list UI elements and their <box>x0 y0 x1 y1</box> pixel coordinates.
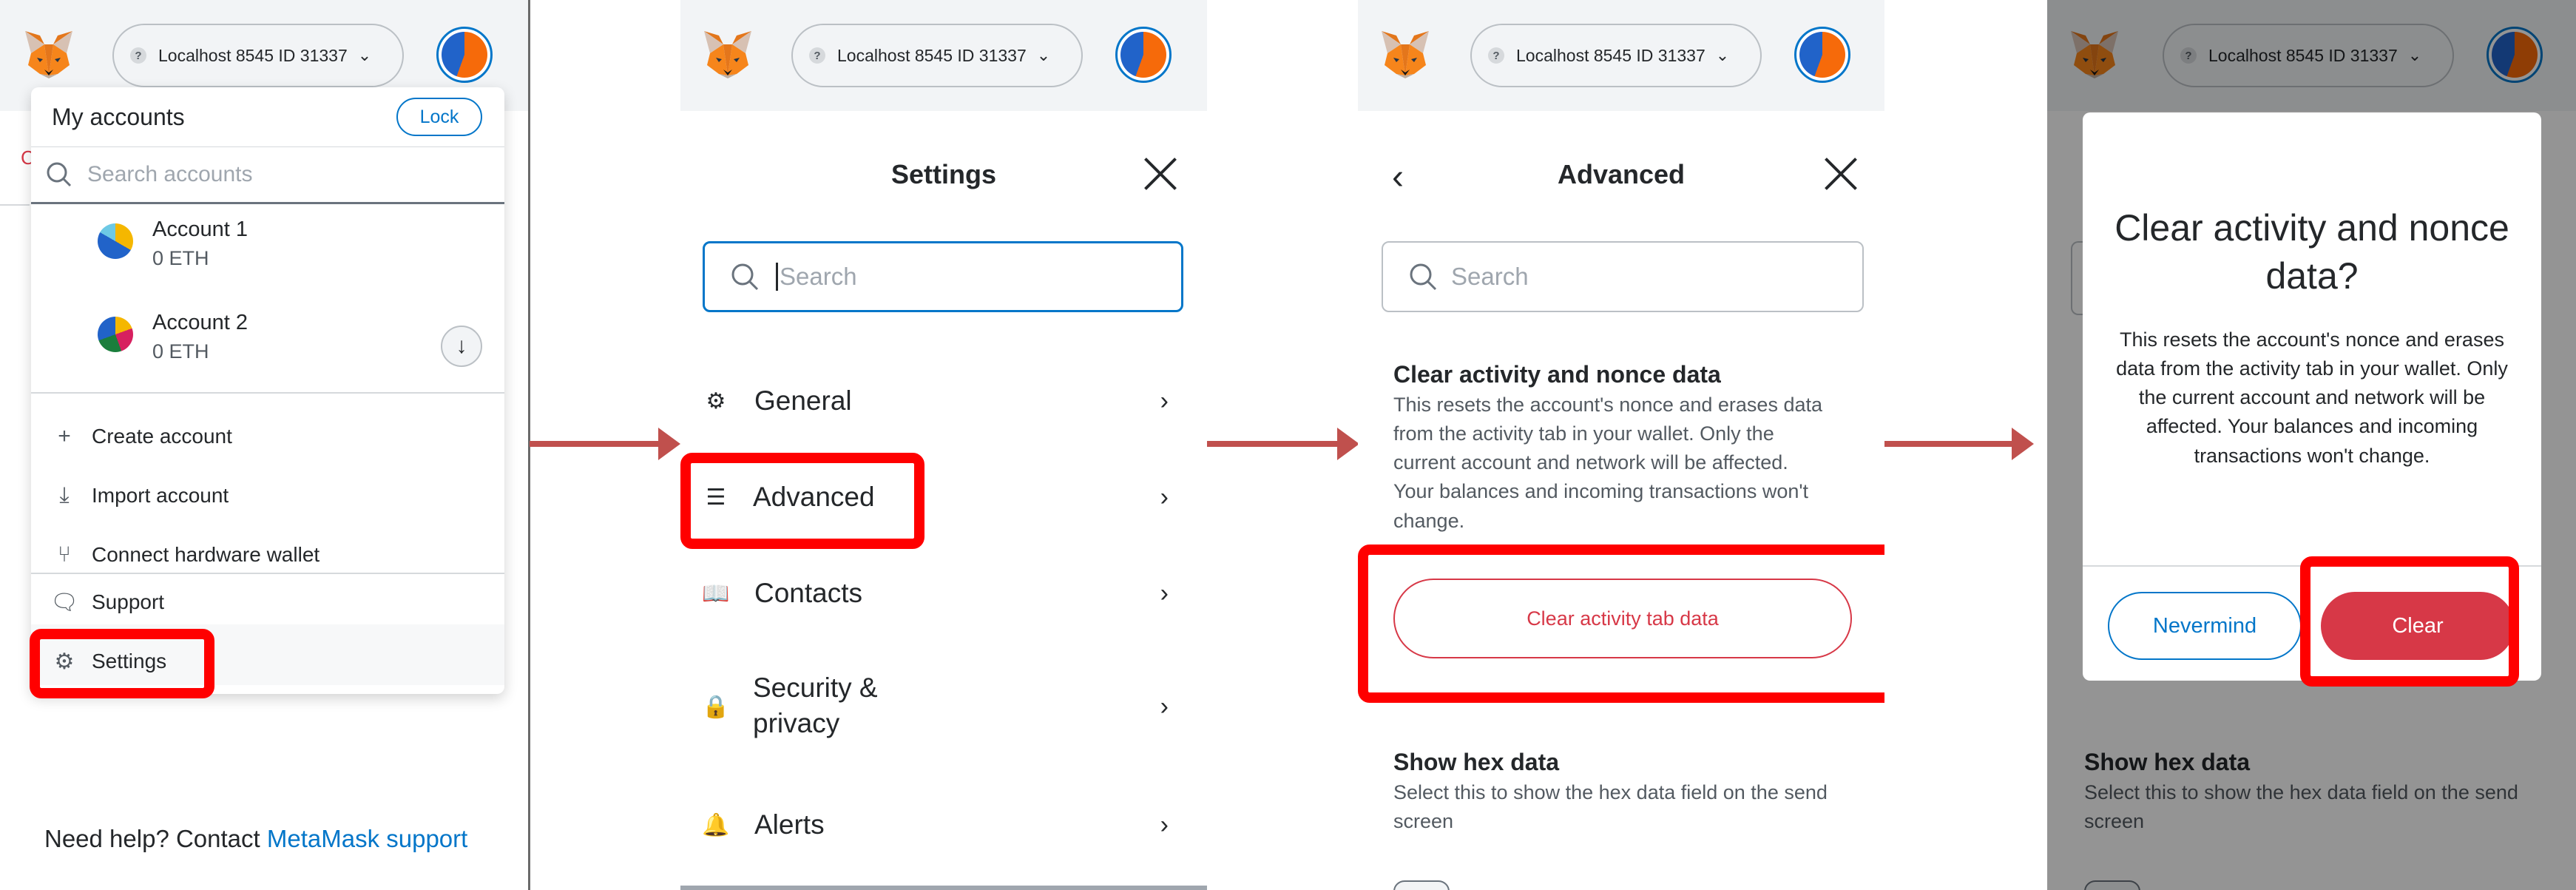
import-account-item[interactable]: ⤓ Import account <box>52 466 229 525</box>
search-accounts-field[interactable]: Search accounts <box>31 146 504 204</box>
chevron-down-icon: ⌄ <box>357 46 372 64</box>
settings-row-security[interactable]: 🔒 Security & privacy › <box>680 666 1207 747</box>
import-account-label: Import account <box>92 484 229 507</box>
network-help-icon: ? <box>130 47 146 64</box>
chevron-right-icon: › <box>1160 482 1169 511</box>
help-text: Need help? Contact MetaMask support <box>44 825 467 853</box>
panel-settings: ? Localhost 8545 ID 31337 ⌄ Settings Sea… <box>680 0 1207 890</box>
divider <box>31 392 504 394</box>
settings-row-general[interactable]: ⚙ General › <box>680 371 1207 431</box>
chevron-down-icon: ⌄ <box>1036 46 1051 64</box>
hardware-wallet-icon: ⑂ <box>58 542 71 567</box>
book-icon: 📖 <box>702 581 730 606</box>
metamask-support-link[interactable]: MetaMask support <box>267 825 467 852</box>
row-label: Contacts <box>754 577 863 608</box>
connect-hardware-label: Connect hardware wallet <box>92 543 320 566</box>
bell-icon: 🔔 <box>702 812 730 837</box>
network-label: Localhost 8545 ID 31337 <box>1516 45 1705 65</box>
network-selector[interactable]: ? Localhost 8545 ID 31337 ⌄ <box>1470 24 1762 87</box>
chevron-right-icon: › <box>1160 579 1169 607</box>
header-bar: ? Localhost 8545 ID 31337 ⌄ <box>680 0 1207 111</box>
page-title: Advanced <box>1557 159 1686 189</box>
settings-search-placeholder: Search <box>780 263 857 290</box>
settings-search-input[interactable]: Search <box>703 241 1183 312</box>
network-help-icon: ? <box>809 47 825 64</box>
highlight-clear-button <box>1358 545 1884 703</box>
metamask-fox-icon[interactable] <box>701 28 754 81</box>
bottom-edge <box>680 886 1207 890</box>
search-icon <box>731 263 759 291</box>
account-avatar[interactable] <box>436 27 493 83</box>
row-label: General <box>754 385 852 416</box>
background-divider <box>0 204 30 206</box>
highlight-clear-confirm <box>2300 556 2519 687</box>
plus-icon: + <box>58 424 71 448</box>
account-name: Account 1 <box>152 218 248 241</box>
search-accounts-placeholder: Search accounts <box>87 162 253 186</box>
advanced-search-input[interactable]: Search <box>1382 241 1864 312</box>
chevron-right-icon: › <box>1160 692 1169 721</box>
network-help-icon: ? <box>1488 47 1504 64</box>
network-selector[interactable]: ? Localhost 8545 ID 31337 ⌄ <box>791 24 1083 87</box>
help-prefix: Need help? Contact <box>44 825 260 852</box>
scroll-down-icon[interactable]: ↓ <box>441 326 482 367</box>
account-balance: 0 ETH <box>152 340 209 363</box>
account-row-1[interactable]: Account 1 0 ETH <box>98 218 482 284</box>
search-icon <box>1410 263 1437 291</box>
chevron-right-icon: › <box>1160 810 1169 839</box>
settings-row-contacts[interactable]: 📖 Contacts › <box>680 564 1207 623</box>
create-account-label: Create account <box>92 425 232 448</box>
import-icon: ⤓ <box>59 483 70 508</box>
account-2-identicon <box>98 317 133 352</box>
network-label: Localhost 8545 ID 31337 <box>837 45 1027 65</box>
network-selector[interactable]: ? Localhost 8545 ID 31337 ⌄ <box>112 24 404 87</box>
step-arrow-2 <box>1207 428 1359 460</box>
modal-description: This resets the account's nonce and eras… <box>2116 328 2508 467</box>
account-name: Account 2 <box>152 311 248 334</box>
settings-row-alerts[interactable]: 🔔 Alerts › <box>680 795 1207 854</box>
page-title: Settings <box>890 159 996 189</box>
close-icon[interactable] <box>1822 155 1859 192</box>
account-row-2[interactable]: Account 2 0 ETH ↓ <box>98 311 482 377</box>
chevron-down-icon: ⌄ <box>1715 46 1730 64</box>
step-arrow-1 <box>530 428 680 460</box>
gear-icon: ⚙ <box>706 388 726 414</box>
metamask-fox-icon[interactable] <box>1379 28 1432 81</box>
network-label: Localhost 8545 ID 31337 <box>158 45 348 65</box>
show-hex-description: Select this to show the hex data field o… <box>1393 781 1828 833</box>
panel-accounts-menu: ? Localhost 8545 ID 31337 ⌄ C My account… <box>0 0 530 890</box>
modal-title: Clear activity and nonce data? <box>2114 207 2509 297</box>
chevron-right-icon: › <box>1160 386 1169 415</box>
lock-icon: 🔒 <box>702 694 730 719</box>
create-account-item[interactable]: + Create account <box>52 407 232 466</box>
panel-advanced: ? Localhost 8545 ID 31337 ⌄ ‹ Advanced S… <box>1358 0 1884 890</box>
account-balance: 0 ETH <box>152 247 209 269</box>
account-1-identicon <box>98 223 133 259</box>
show-hex-toggle[interactable] <box>1393 880 1450 890</box>
advanced-search-placeholder: Search <box>1451 263 1529 290</box>
row-label: Security & privacy <box>753 672 878 739</box>
clear-activity-heading: Clear activity and nonce data <box>1393 361 1721 388</box>
highlight-advanced <box>680 453 924 549</box>
text-cursor <box>776 263 778 291</box>
support-chat-icon: 🗨 <box>50 590 79 615</box>
highlight-settings <box>30 629 214 698</box>
panel-confirm-modal: ? Localhost 8545 ID 31337 ⌄ Show hex dat… <box>2047 0 2576 890</box>
search-icon <box>47 162 72 187</box>
account-avatar[interactable] <box>1794 27 1850 83</box>
support-label: Support <box>92 590 165 613</box>
lock-button[interactable]: Lock <box>396 98 482 136</box>
close-icon[interactable] <box>1142 155 1179 192</box>
accounts-menu: My accounts Lock Search accounts Account… <box>31 87 504 694</box>
nevermind-button[interactable]: Nevermind <box>2108 592 2302 660</box>
header-bar: ? Localhost 8545 ID 31337 ⌄ <box>1358 0 1884 111</box>
show-hex-heading: Show hex data <box>1393 749 1560 775</box>
clear-activity-description: This resets the account's nonce and eras… <box>1393 394 1822 532</box>
row-label: Alerts <box>754 809 825 840</box>
support-item[interactable]: 🗨 Support <box>50 573 165 632</box>
step-arrow-3 <box>1884 428 2034 460</box>
menu-title: My accounts <box>52 104 185 130</box>
metamask-fox-icon[interactable] <box>22 28 75 81</box>
account-avatar[interactable] <box>1115 27 1172 83</box>
